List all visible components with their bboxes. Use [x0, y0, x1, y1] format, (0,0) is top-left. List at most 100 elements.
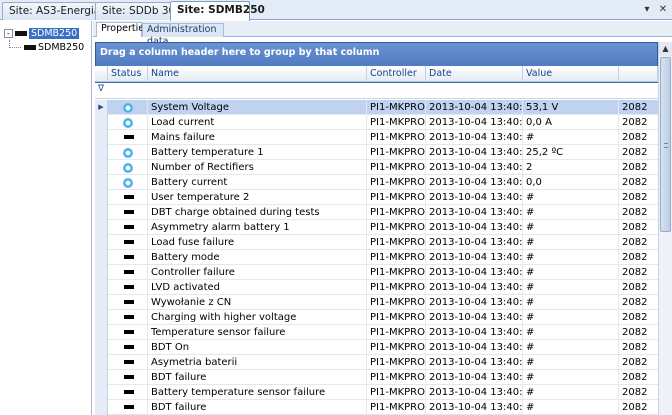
column-header-name[interactable]: Name: [148, 66, 367, 82]
device-icon: [24, 45, 36, 50]
collapse-icon[interactable]: -: [4, 29, 13, 38]
cell-extra: 2082: [622, 237, 648, 248]
cell-extra: 2082: [622, 102, 648, 113]
column-header-value[interactable]: Value: [523, 66, 619, 82]
row-indicator[interactable]: [95, 220, 108, 235]
table-row[interactable]: Charging with higher voltage PI1-MKPRO 201…: [95, 310, 658, 325]
tab-site-sdmb250[interactable]: Site: SDMB250: [170, 1, 265, 21]
table-row[interactable]: BDT On PI1-MKPRO 2013-10-04 13:40:57#2082: [95, 340, 658, 355]
table-row[interactable]: BDT failure PI1-MKPRO 2013-10-04 13:40:57#…: [95, 370, 658, 385]
table-row[interactable]: Battery temperature 1 PI1-MKPRO 2013-10-04…: [95, 145, 658, 160]
table-row[interactable]: Asymetria baterii PI1-MKPRO 2013-10-04 13:…: [95, 355, 658, 370]
table-row[interactable]: Battery mode PI1-MKPRO 2013-10-04 13:40:57…: [95, 250, 658, 265]
table-row[interactable]: Mains failure PI1-MKPRO 2013-10-04 13:40:5…: [95, 130, 658, 145]
table-row[interactable]: Temperature sensor failure PI1-MKPRO 2013-…: [95, 325, 658, 340]
status-value-icon: [123, 163, 133, 173]
cell-name: Temperature sensor failure: [151, 327, 286, 338]
status-alarm-icon: [124, 285, 134, 289]
tab-list-dropdown-icon[interactable]: ▾: [640, 3, 654, 17]
cell-value: #: [526, 342, 535, 353]
table-row[interactable]: Battery current PI1-MKPRO 2013-10-04 13:40…: [95, 175, 658, 190]
cell-date: 2013-10-04 13:40:57: [429, 297, 523, 308]
table-row[interactable]: Number of Rectifiers PI1-MKPRO 2013-10-04 …: [95, 160, 658, 175]
table-row[interactable]: BDT failure PI1-MKPRO 2013-10-04 13:40:57#…: [95, 400, 658, 415]
table-row[interactable]: ▶ System Voltage PI1-MKPRO 2013-10-04 13:40…: [95, 100, 658, 115]
row-indicator[interactable]: [95, 400, 108, 415]
status-alarm-icon: [124, 210, 134, 214]
tree-node-label[interactable]: SDMB250: [38, 42, 84, 53]
row-indicator[interactable]: [95, 370, 108, 385]
column-header-date[interactable]: Date: [426, 66, 523, 82]
cell-controller: PI1-MKPRO: [370, 177, 425, 188]
row-indicator[interactable]: [95, 295, 108, 310]
table-row[interactable]: LVD activated PI1-MKPRO 2013-10-04 13:40:5…: [95, 280, 658, 295]
scroll-thumb[interactable]: [660, 57, 671, 232]
row-indicator[interactable]: [95, 280, 108, 295]
cell-controller: PI1-MKPRO: [370, 207, 425, 218]
cell-name: LVD activated: [151, 282, 220, 293]
filter-icon[interactable]: ∇: [98, 84, 104, 94]
row-indicator[interactable]: [95, 205, 108, 220]
cell-controller: PI1-MKPRO: [370, 357, 425, 368]
tab-properties[interactable]: Properties: [96, 22, 149, 37]
cell-name: Battery current: [151, 177, 228, 188]
row-indicator[interactable]: [95, 310, 108, 325]
cell-name: Load current: [151, 117, 215, 128]
table-row[interactable]: Load fuse failure PI1-MKPRO 2013-10-04 13:…: [95, 235, 658, 250]
table-row[interactable]: DBT charge obtained during tests PI1-MKPR…: [95, 205, 658, 220]
column-header-controller[interactable]: Controller: [367, 66, 426, 82]
row-indicator[interactable]: [95, 355, 108, 370]
table-row[interactable]: Battery temperature sensor failure PI1-MK…: [95, 385, 658, 400]
row-indicator[interactable]: [95, 340, 108, 355]
status-alarm-icon: [124, 225, 134, 229]
scroll-up-icon[interactable]: ▲: [659, 42, 672, 56]
cell-date: 2013-10-04 13:40:57: [429, 252, 523, 263]
cell-extra: 2082: [622, 372, 648, 383]
cell-controller: PI1-MKPRO: [370, 327, 425, 338]
cell-extra: 2082: [622, 207, 648, 218]
row-indicator[interactable]: [95, 325, 108, 340]
cell-extra: 2082: [622, 117, 648, 128]
tree-node-child[interactable]: SDMB250: [24, 41, 84, 54]
cell-name: Number of Rectifiers: [151, 162, 254, 173]
row-indicator[interactable]: ▶: [95, 100, 108, 115]
cell-controller: PI1-MKPRO: [370, 297, 425, 308]
cell-date: 2013-10-04 13:40:57: [429, 387, 523, 398]
tab-site-as3-energia[interactable]: Site: AS3-Energia: [2, 2, 100, 20]
cell-extra: 2082: [622, 402, 648, 413]
cell-extra: 2082: [622, 252, 648, 263]
table-row[interactable]: User temperature 2 PI1-MKPRO 2013-10-04 13…: [95, 190, 658, 205]
row-indicator[interactable]: [95, 265, 108, 280]
cell-extra: 2082: [622, 327, 648, 338]
vertical-scrollbar[interactable]: ▲: [658, 42, 672, 415]
column-header-extra[interactable]: [619, 66, 658, 82]
row-indicator[interactable]: [95, 160, 108, 175]
table-row[interactable]: Controller failure PI1-MKPRO 2013-10-04 13…: [95, 265, 658, 280]
row-indicator[interactable]: [95, 175, 108, 190]
tab-site-sddb-300[interactable]: Site: SDDb 300: [95, 2, 182, 20]
tree-node-root[interactable]: - SDMB250: [4, 27, 80, 40]
table-row[interactable]: Asymmetry alarm battery 1 PI1-MKPRO 2013-1…: [95, 220, 658, 235]
column-header-status[interactable]: Status: [108, 66, 148, 82]
properties-grid: Status Name Controller Date Value ∇ ▶ Sys…: [95, 66, 658, 415]
close-tab-icon[interactable]: ✕: [656, 3, 670, 17]
row-indicator[interactable]: [95, 385, 108, 400]
cell-controller: PI1-MKPRO: [370, 282, 425, 293]
row-indicator[interactable]: [95, 190, 108, 205]
cell-value: #: [526, 357, 535, 368]
row-indicator[interactable]: [95, 235, 108, 250]
row-indicator[interactable]: [95, 145, 108, 160]
filter-row[interactable]: ∇: [95, 83, 658, 99]
table-row[interactable]: Wywołanie z CN PI1-MKPRO 2013-10-04 13:40:…: [95, 295, 658, 310]
cell-date: 2013-10-04 13:40:57: [429, 327, 523, 338]
tab-administration-data[interactable]: Administration data: [142, 23, 224, 47]
tree-node-label[interactable]: SDMB250: [29, 28, 80, 39]
row-indicator[interactable]: [95, 115, 108, 130]
cell-name: BDT On: [151, 342, 190, 353]
table-row[interactable]: Load current PI1-MKPRO 2013-10-04 13:40:57…: [95, 115, 658, 130]
cell-date: 2013-10-04 13:40:57: [429, 132, 523, 143]
status-alarm-icon: [124, 405, 134, 409]
row-indicator[interactable]: [95, 130, 108, 145]
status-alarm-icon: [124, 270, 134, 274]
row-indicator[interactable]: [95, 250, 108, 265]
